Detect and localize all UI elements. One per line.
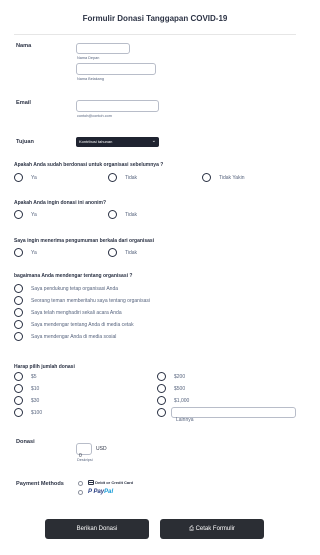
radio-donated-no-label: Tidak: [125, 175, 138, 181]
radio-donated-yes-label: Ya: [31, 175, 37, 181]
q-amount: Harap pilih jumlah donasi: [14, 364, 75, 370]
tujuan-selected-value: Kontribusi tahunan: [79, 139, 113, 144]
radio-heard-4[interactable]: [14, 320, 23, 329]
payment-label: Payment Methods: [16, 481, 64, 487]
paypal-logo: P PayPal: [88, 489, 113, 495]
print-button[interactable]: ⎙ Cetak Formulir: [160, 519, 264, 539]
radio-amount-100[interactable]: [14, 408, 23, 417]
donasi-amount-input[interactable]: 0: [76, 443, 92, 459]
paypal-p-icon: P: [88, 489, 92, 495]
last-name-input[interactable]: [76, 63, 156, 75]
radio-anon-yes-label: Ya: [31, 212, 37, 218]
card-option: Debit or Credit Card: [88, 480, 134, 486]
radio-amount-200-label: $200: [174, 374, 186, 380]
donasi-currency: USD: [96, 446, 107, 452]
radio-amount-30[interactable]: [14, 396, 23, 405]
radio-donated-no[interactable]: [108, 173, 117, 182]
last-name-sublabel: Nama Belakang: [77, 77, 105, 81]
form-title: Formulir Donasi Tanggapan COVID-19: [82, 14, 228, 23]
paypal-pal-text: Pal: [104, 489, 114, 495]
radio-heard-5[interactable]: [14, 332, 23, 341]
q-announcements: Saya ingin menerima pengumuman berkala d…: [14, 238, 155, 244]
email-label: Email: [16, 100, 31, 106]
credit-card-icon: [88, 480, 94, 486]
radio-donated-unsure[interactable]: [202, 173, 211, 182]
radio-amount-200[interactable]: [157, 372, 166, 381]
radio-heard-3[interactable]: [14, 308, 23, 317]
paypal-pay-text: Pay: [93, 489, 105, 495]
radio-heard-1[interactable]: [14, 284, 23, 293]
tujuan-label: Tujuan: [16, 139, 34, 145]
name-label: Nama: [16, 43, 32, 49]
radio-heard-2-label: Seorang teman memberitahu saya tentang o…: [31, 298, 150, 304]
email-sublabel: contoh@contoh.com: [77, 114, 112, 118]
donasi-label: Donasi: [16, 439, 35, 445]
radio-announce-yes-label: Ya: [31, 250, 37, 256]
radio-amount-30-label: $30: [31, 398, 40, 404]
q-heard: bagaimana Anda mendengar tentang organis…: [14, 273, 133, 279]
radio-heard-2[interactable]: [14, 296, 23, 305]
donasi-sublabel: Deskripsi: [77, 458, 93, 462]
amount-other-placeholder: Lainnya: [176, 417, 194, 423]
email-input[interactable]: [76, 100, 159, 112]
radio-announce-yes[interactable]: [14, 248, 23, 257]
radio-payment-paypal[interactable]: [78, 490, 83, 495]
radio-heard-3-label: Saya telah menghadiri sekali acara Anda: [31, 310, 122, 316]
q-anonymous: Apakah Anda ingin donasi ini anonim?: [14, 200, 107, 206]
amount-other-input[interactable]: Lainnya: [171, 407, 296, 423]
card-option-label: Debit or Credit Card: [95, 480, 134, 485]
radio-amount-10-label: $10: [31, 386, 40, 392]
submit-button[interactable]: Berikan Donasi: [45, 519, 149, 539]
radio-announce-no[interactable]: [108, 248, 117, 257]
radio-anon-no-label: Tidak: [125, 212, 138, 218]
radio-payment-card[interactable]: [78, 481, 83, 486]
radio-anon-no[interactable]: [108, 210, 117, 219]
first-name-sublabel: Nama Depan: [77, 56, 100, 60]
radio-heard-1-label: Saya pendukung tetap organisasi Anda: [31, 286, 119, 292]
print-button-label: Cetak Formulir: [195, 526, 235, 532]
print-icon: ⎙: [189, 526, 194, 532]
first-name-input[interactable]: [76, 43, 130, 54]
radio-amount-1000-label: $1,000: [174, 398, 190, 404]
radio-amount-other[interactable]: [157, 408, 166, 417]
radio-anon-yes[interactable]: [14, 210, 23, 219]
radio-amount-5-label: $5: [31, 374, 37, 380]
radio-heard-5-label: Saya mendengar Anda di media sosial: [31, 334, 117, 340]
q-donated-before: Apakah Anda sudah berdonasi untuk organi…: [14, 162, 164, 168]
radio-amount-100-label: $100: [31, 410, 43, 416]
title-divider: [14, 34, 296, 35]
chevron-down-icon: ⌄: [151, 138, 156, 144]
radio-amount-500[interactable]: [157, 384, 166, 393]
radio-donated-unsure-label: Tidak Yakin: [219, 175, 245, 181]
radio-announce-no-label: Tidak: [125, 250, 138, 256]
tujuan-select[interactable]: Kontribusi tahunan ⌄: [76, 137, 159, 147]
radio-amount-10[interactable]: [14, 384, 23, 393]
radio-amount-5[interactable]: [14, 372, 23, 381]
radio-heard-4-label: Saya mendengar tentang Anda di media cet…: [31, 322, 134, 328]
radio-amount-500-label: $500: [174, 386, 186, 392]
radio-donated-yes[interactable]: [14, 173, 23, 182]
radio-amount-1000[interactable]: [157, 396, 166, 405]
